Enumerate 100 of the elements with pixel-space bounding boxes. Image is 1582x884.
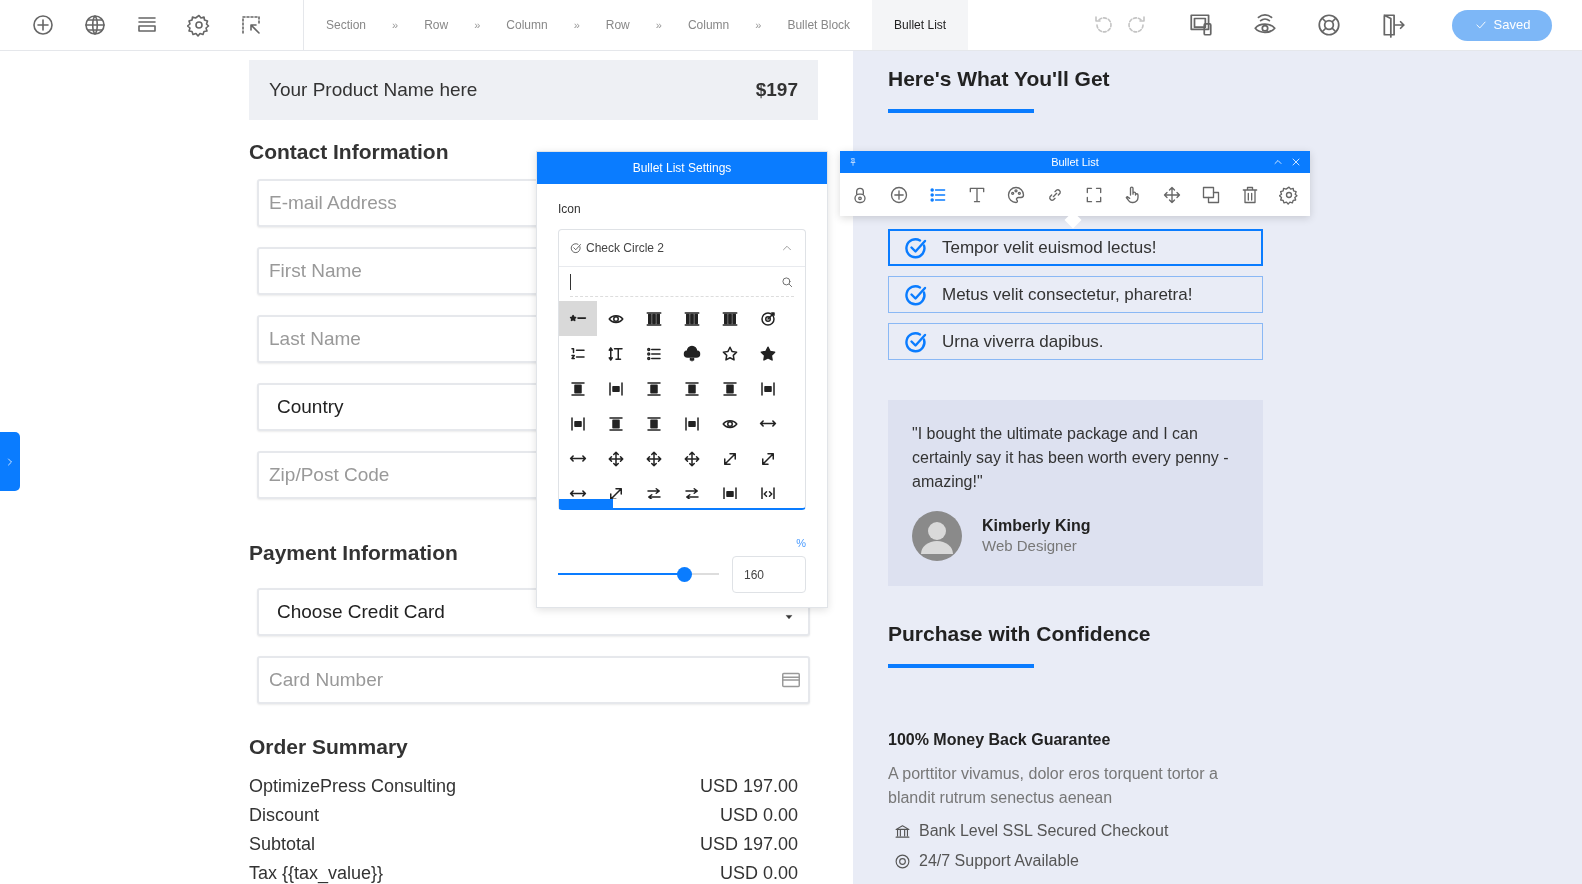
arrows-icon xyxy=(569,454,587,463)
guarantee-title: 100% Money Back Guarantee xyxy=(888,730,1112,750)
section-heading: Order Summary xyxy=(249,734,408,760)
align-edge-icon xyxy=(759,379,777,398)
bullet-text: Metus velit consectetur, pharetra! xyxy=(942,283,1193,306)
text-cursor xyxy=(570,273,571,290)
lifebuoy-icon[interactable] xyxy=(1316,12,1342,38)
bullet-text: Urna viverra dapibus. xyxy=(942,330,1104,353)
move-icon xyxy=(683,449,701,468)
close-icon[interactable] xyxy=(1290,156,1302,168)
summary-amount: USD 197.00 xyxy=(699,775,798,798)
globe-icon[interactable] xyxy=(83,13,107,37)
bullet-item[interactable]: Tempor velit euismod lectus! xyxy=(888,229,1263,266)
feature-text: 24/7 Support Available xyxy=(919,851,1079,871)
check-circle-icon xyxy=(904,235,928,260)
search-icon xyxy=(780,274,794,289)
bullet-item[interactable]: Metus velit consectetur, pharetra! xyxy=(888,276,1263,313)
code-icon xyxy=(759,484,777,499)
align-block-icon xyxy=(645,414,663,433)
product-name: Your Product Name here xyxy=(269,77,478,102)
check-circle-icon xyxy=(904,329,928,354)
avatar-icon xyxy=(912,511,962,561)
arrows-icon xyxy=(759,419,777,428)
breadcrumb-separator: » xyxy=(473,17,482,33)
cloud-icon xyxy=(683,344,701,363)
summary-label: Discount xyxy=(249,804,320,827)
columns-icon xyxy=(645,309,663,328)
align-block-icon xyxy=(645,379,663,398)
check-circle-icon xyxy=(904,282,928,307)
align-block-icon xyxy=(607,414,625,433)
devices-icon[interactable] xyxy=(1188,12,1214,38)
breadcrumb-link[interactable]: Row xyxy=(424,16,449,34)
bullet-text: Tempor velit euismod lectus! xyxy=(942,236,1157,259)
breadcrumb-link[interactable]: Column xyxy=(506,16,548,34)
section-heading: Here's What You'll Get xyxy=(888,66,1111,92)
text-height-icon xyxy=(607,344,625,363)
input-field[interactable]: Card Number xyxy=(257,656,810,704)
align-edge-icon xyxy=(569,414,587,433)
select-icon[interactable] xyxy=(239,13,263,37)
copy-icon[interactable] xyxy=(1201,184,1221,205)
add-icon[interactable] xyxy=(31,13,55,37)
settings-icon[interactable] xyxy=(1279,184,1299,205)
section-heading: Payment Information xyxy=(249,540,458,566)
breadcrumb-separator: » xyxy=(391,17,400,33)
breadcrumb-separator: » xyxy=(572,17,581,33)
columns-icon xyxy=(683,309,701,328)
icon-select[interactable]: Check Circle 2 xyxy=(559,230,805,267)
author-role: Web Designer xyxy=(982,536,1078,556)
feature-text: Bank Level SSL Secured Checkout xyxy=(919,821,1169,841)
breadcrumb-link[interactable]: Bullet Block xyxy=(787,16,851,34)
palette-icon[interactable] xyxy=(1006,184,1026,205)
summary-amount: USD 0.00 xyxy=(719,862,798,884)
field-label: Icon xyxy=(558,201,582,217)
breadcrumb-link[interactable]: Bullet List xyxy=(872,0,969,50)
summary-amount: USD 0.00 xyxy=(719,804,798,827)
columns-icon xyxy=(721,309,739,328)
support-icon xyxy=(894,852,911,870)
slider-thumb[interactable] xyxy=(676,567,692,582)
bank-icon xyxy=(894,822,911,840)
move-icon[interactable] xyxy=(1162,184,1182,205)
author-name: Kimberly King xyxy=(982,516,1091,536)
summary-label: Subtotal xyxy=(249,833,316,856)
align-block-icon xyxy=(569,379,587,398)
star-outline-icon xyxy=(721,344,739,363)
breadcrumb-separator: » xyxy=(754,17,763,33)
add-icon[interactable] xyxy=(889,184,909,205)
star-icon xyxy=(759,344,777,363)
align-block-icon xyxy=(683,379,701,398)
move-icon xyxy=(645,449,663,468)
breadcrumb-link[interactable]: Section xyxy=(326,16,367,34)
scrollbar-thumb[interactable] xyxy=(559,499,613,508)
breadcrumb-separator: » xyxy=(654,17,663,33)
summary-amount: USD 197.00 xyxy=(699,833,798,856)
arrows-icon xyxy=(569,489,587,498)
section-heading: Purchase with Confidence xyxy=(888,621,1152,647)
settings-icon[interactable] xyxy=(187,13,211,37)
size-input[interactable]: 160 xyxy=(732,556,806,593)
align-edge-icon xyxy=(607,379,625,398)
trash-icon[interactable] xyxy=(1240,184,1260,205)
testimonial-quote: "I bought the ultimate package and I can certainly say it has been worth every penny - amazing!" xyxy=(912,424,1230,492)
move-icon xyxy=(607,449,625,468)
breadcrumb-link[interactable]: Row xyxy=(605,16,630,34)
align-block-icon xyxy=(721,379,739,398)
section-heading: Contact Information xyxy=(249,139,449,165)
summary-label: OptimizePress Consulting xyxy=(249,775,457,798)
icon-option[interactable] xyxy=(559,301,597,336)
exit-icon[interactable] xyxy=(1380,12,1406,38)
product-price: $197 xyxy=(755,77,798,102)
slider-track[interactable] xyxy=(558,567,719,582)
sidebar-toggle[interactable] xyxy=(0,432,20,491)
bullet-item[interactable]: Urna viverra dapibus. xyxy=(888,323,1263,360)
guarantee-text: A porttitor vivamus, dolor eros torquent tortor a blandit rutrum senectus aenean xyxy=(888,764,1219,808)
star-line-icon xyxy=(569,314,587,323)
align-edge-icon xyxy=(683,414,701,433)
check-circle-icon xyxy=(570,242,582,254)
toolbar-title: Bullet List xyxy=(1051,154,1099,170)
target-icon xyxy=(759,309,777,328)
breadcrumb-link[interactable]: Column xyxy=(687,16,730,34)
align-edge-icon xyxy=(721,484,739,499)
summary-label: Tax {{tax_value}} xyxy=(249,862,384,884)
